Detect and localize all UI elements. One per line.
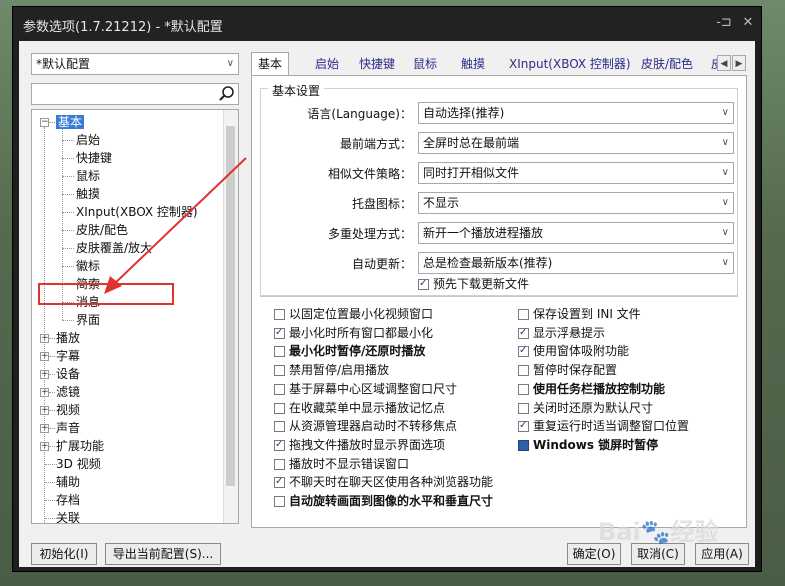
watermark: Bai🐾经验 [598, 518, 719, 546]
annotation-arrow-icon [104, 157, 247, 294]
